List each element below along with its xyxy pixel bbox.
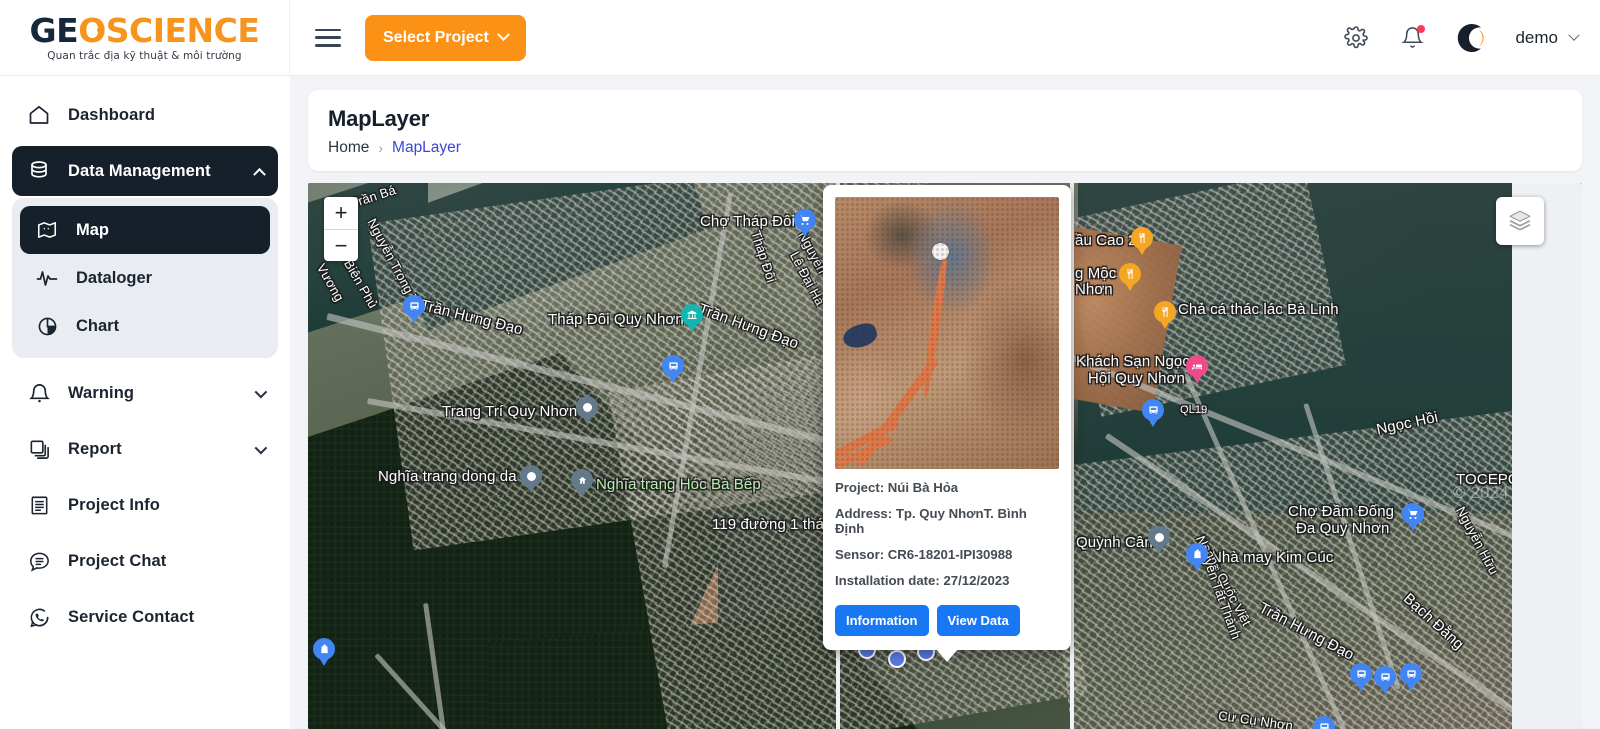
sidebar-item-report[interactable]: Report (12, 424, 278, 474)
sidebar-item-project-chat[interactable]: Project Chat (12, 536, 278, 586)
chevron-up-icon (253, 167, 266, 180)
brand-logo[interactable]: GEOSCIENCE Quan trắc địa kỹ thuật & môi … (0, 0, 290, 76)
logo-o-letter: O (78, 14, 106, 47)
chevron-down-icon (255, 385, 268, 398)
pie-chart-icon (34, 313, 60, 339)
app-root: GEOSCIENCE Quan trắc địa kỹ thuật & môi … (0, 0, 1600, 729)
data-management-submenu: Map Dataloger Chart (12, 198, 278, 358)
select-project-button[interactable]: Select Project (365, 15, 526, 61)
user-name-label[interactable]: demo (1515, 28, 1558, 48)
popup-installation-date-line: Installation date: 27/12/2023 (835, 573, 1059, 588)
document-list-icon (26, 492, 52, 518)
sidebar-item-label: Dashboard (68, 106, 155, 125)
sidebar-item-label: Dataloger (76, 269, 152, 288)
user-chevron-down-icon[interactable] (1568, 29, 1579, 40)
select-project-label: Select Project (383, 29, 489, 47)
settings-button[interactable] (1341, 23, 1371, 53)
popup-address-line: Address: Tp. Quy NhơnT. Bình Định (835, 506, 1059, 536)
sidebar-item-label: Report (68, 440, 122, 459)
chevron-down-icon (497, 28, 510, 41)
sidebar-item-project-info[interactable]: Project Info (12, 480, 278, 530)
logo-geo-text: GE (30, 14, 79, 47)
avatar[interactable] (1453, 20, 1489, 56)
sidebar-item-dataloger[interactable]: Dataloger (20, 254, 270, 302)
photo-texture (835, 197, 1059, 469)
home-icon (26, 102, 52, 128)
view-data-button[interactable]: View Data (937, 605, 1020, 636)
waveform-icon (34, 265, 60, 291)
notification-badge-dot (1417, 25, 1425, 33)
sensor-point-marker[interactable] (888, 650, 906, 668)
map-info-popup[interactable]: Project: Núi Bà Hỏa Address: Tp. Quy Nhơ… (823, 185, 1071, 650)
map-container[interactable]: Trần BáNguyễn Trọng TríDiện Biên PhủVươn… (308, 183, 1582, 729)
gear-icon (1344, 26, 1368, 50)
hamburger-menu-icon[interactable] (315, 27, 341, 49)
sidebar-item-warning[interactable]: Warning (12, 368, 278, 418)
sidebar-item-chart[interactable]: Chart (20, 302, 270, 350)
sidebar: Dashboard Data Management Map (0, 76, 290, 729)
map-right-gutter (1512, 183, 1582, 729)
sidebar-item-data-management[interactable]: Data Management (12, 146, 278, 196)
zoom-out-button[interactable]: − (324, 229, 358, 261)
logo-wordmark: GEOSCIENCE (30, 14, 260, 47)
notifications-button[interactable] (1397, 23, 1427, 53)
copy-pages-icon (26, 436, 52, 462)
sidebar-item-service-contact[interactable]: Service Contact (12, 592, 278, 642)
sidebar-item-label: Map (76, 221, 109, 240)
logo-o-dot (97, 27, 103, 33)
breadcrumb-home-link[interactable]: Home (328, 139, 369, 157)
zoom-in-button[interactable]: + (324, 197, 358, 229)
sidebar-item-label: Chart (76, 317, 119, 336)
popup-project-line: Project: Núi Bà Hỏa (835, 480, 1059, 495)
sidebar-item-label: Data Management (68, 162, 211, 181)
chevron-down-icon (255, 441, 268, 454)
logo-science-text: SCIENCE (106, 14, 260, 47)
popup-actions: Information View Data (835, 605, 1059, 636)
sidebar-item-label: Project Info (68, 496, 160, 515)
main-content: MapLayer Home › MapLayer (290, 76, 1600, 729)
bell-icon (26, 380, 52, 406)
breadcrumb: Home › MapLayer (328, 139, 1562, 157)
sidebar-item-label: Service Contact (68, 608, 194, 627)
information-button[interactable]: Information (835, 605, 929, 636)
sensor-installation-photo (835, 197, 1059, 469)
map-zoom-control[interactable]: + − (324, 197, 358, 261)
chat-bubble-icon (26, 548, 52, 574)
logo-tagline: Quan trắc địa kỹ thuật & môi trường (47, 50, 241, 62)
page-title: MapLayer (328, 106, 1562, 132)
whatsapp-phone-icon (26, 604, 52, 630)
breadcrumb-separator-icon: › (378, 140, 383, 156)
breadcrumb-current-link[interactable]: MapLayer (392, 139, 461, 157)
user-avatar-c-logo (1453, 20, 1489, 56)
map-layers-button[interactable] (1496, 197, 1544, 245)
database-icon (26, 158, 52, 184)
page-header-card: MapLayer Home › MapLayer (308, 90, 1582, 171)
body-row: Dashboard Data Management Map (0, 76, 1600, 729)
popup-sensor-line: Sensor: CR6-18201-IPI30988 (835, 547, 1059, 562)
header-actions: demo (1341, 20, 1600, 56)
sidebar-item-label: Warning (68, 384, 134, 403)
top-header: GEOSCIENCE Quan trắc địa kỹ thuật & môi … (0, 0, 1600, 76)
sidebar-item-dashboard[interactable]: Dashboard (12, 90, 278, 140)
map-icon (34, 217, 60, 243)
sidebar-item-map[interactable]: Map (20, 206, 270, 254)
layers-stack-icon (1507, 208, 1533, 234)
sidebar-item-label: Project Chat (68, 552, 166, 571)
